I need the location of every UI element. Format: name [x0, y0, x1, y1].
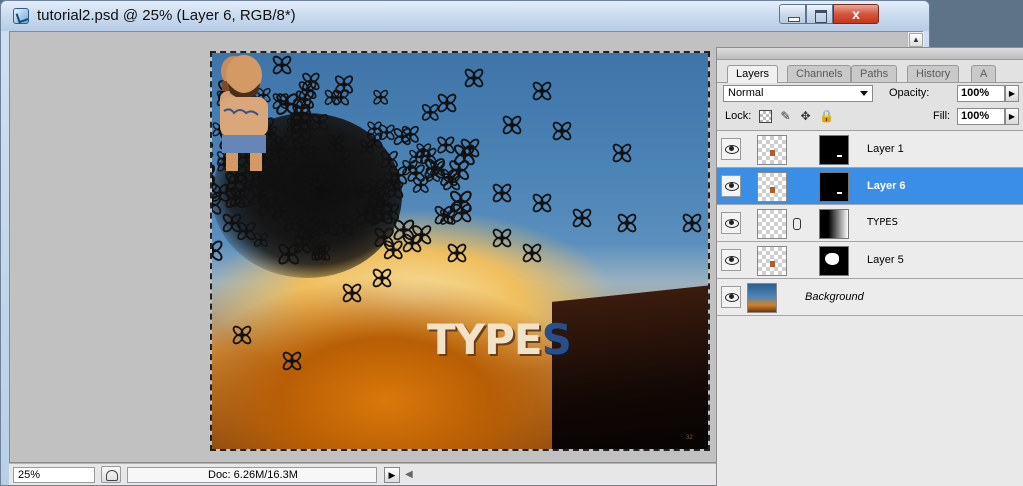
- fill-slider-arrow-icon[interactable]: ▶: [1005, 108, 1019, 125]
- tab-layers[interactable]: Layers: [727, 65, 779, 83]
- layer-mask-thumbnail[interactable]: [819, 246, 849, 276]
- layer-row-background[interactable]: Background: [717, 279, 1023, 316]
- fill-field[interactable]: 100%: [957, 108, 1005, 125]
- navigator-icon[interactable]: [101, 466, 121, 483]
- tab-history[interactable]: History: [907, 65, 960, 82]
- chain-link-icon[interactable]: [793, 218, 801, 230]
- layer-thumbnail: [757, 246, 787, 276]
- opacity-label: Opacity:: [889, 87, 930, 99]
- visibility-eye-icon[interactable]: [721, 249, 741, 271]
- layers-empty-area: [717, 320, 1023, 486]
- minimize-button[interactable]: [779, 4, 806, 24]
- blend-mode-value: Normal: [728, 87, 764, 99]
- visibility-eye-icon[interactable]: [721, 138, 741, 160]
- visibility-eye-icon[interactable]: [721, 212, 741, 234]
- page-number: 32: [686, 435, 693, 441]
- document-canvas[interactable]: TYPES 32: [210, 51, 710, 451]
- visibility-eye-icon[interactable]: [721, 286, 741, 308]
- types-text-part-1: TYP: [427, 315, 515, 364]
- scroll-left-icon[interactable]: ◀: [405, 469, 413, 480]
- close-button[interactable]: x: [833, 4, 879, 24]
- zoom-level-field[interactable]: 25%: [13, 467, 95, 483]
- layer-row-layer-6[interactable]: Layer 6: [717, 168, 1023, 205]
- fill-label: Fill:: [933, 110, 951, 122]
- types-text-part-3: S: [541, 315, 572, 364]
- layer-thumbnail: [747, 283, 777, 313]
- layer-row-layer-5[interactable]: Layer 5: [717, 242, 1023, 279]
- layer-mask-thumbnail[interactable]: [819, 172, 849, 202]
- lock-move-icon[interactable]: ✥: [799, 110, 812, 123]
- types-text-part-2: E: [513, 315, 543, 364]
- photoshop-document-icon: [13, 8, 29, 24]
- document-title: tutorial2.psd @ 25% (Layer 6, RGB/8*): [37, 7, 296, 24]
- tab-actions[interactable]: A: [971, 65, 997, 82]
- opacity-slider-arrow-icon[interactable]: ▶: [1005, 85, 1019, 102]
- status-menu-arrow-icon[interactable]: ▶: [384, 467, 400, 483]
- lock-paint-icon[interactable]: ✎: [779, 110, 792, 123]
- layer-row-types[interactable]: TYPES: [717, 205, 1023, 242]
- blend-mode-select[interactable]: Normal: [723, 85, 873, 102]
- document-size-info: Doc: 6.26M/16.3M: [127, 467, 377, 483]
- close-icon: x: [852, 6, 860, 22]
- maximize-button[interactable]: [806, 4, 833, 24]
- layer-name: TYPES: [867, 217, 898, 228]
- layer-name: Layer 6: [867, 180, 906, 192]
- layer-thumbnail: [757, 209, 787, 239]
- panel-header-bar[interactable]: [717, 48, 1023, 60]
- opacity-field[interactable]: 100%: [957, 85, 1005, 102]
- tab-paths[interactable]: Paths: [851, 65, 898, 82]
- chevron-down-icon: [860, 91, 868, 96]
- lock-row: Lock: ✎ ✥ 🔒 Fill: 100% ▶: [723, 108, 1023, 126]
- types-text-layer: TYPES: [427, 315, 572, 364]
- lock-label: Lock:: [725, 110, 752, 122]
- layer-name: Layer 1: [867, 143, 904, 155]
- blend-row: Normal Opacity: 100% ▶: [723, 85, 1023, 103]
- layer-thumbnail: [757, 172, 787, 202]
- layer-row-layer-1[interactable]: Layer 1: [717, 131, 1023, 168]
- tab-channels[interactable]: Channels: [787, 65, 852, 82]
- layers-panel: Layers Channels Paths History A Normal O…: [716, 47, 1023, 486]
- flower-brush-overlay: [212, 55, 702, 371]
- scroll-up-icon[interactable]: ▲: [909, 33, 923, 47]
- lock-transparency-icon[interactable]: [759, 110, 772, 123]
- layer-thumbnail: [757, 135, 787, 165]
- layer-mask-thumbnail[interactable]: [819, 209, 849, 239]
- layer-mask-thumbnail[interactable]: [819, 135, 849, 165]
- title-bar[interactable]: tutorial2.psd @ 25% (Layer 6, RGB/8*) x: [1, 1, 929, 31]
- cartoon-figure-large: [220, 55, 268, 171]
- layers-list: Layer 1 Layer 6 TYPES Layer 5 Background: [717, 130, 1023, 320]
- layer-name: Background: [805, 291, 864, 303]
- layer-name: Layer 5: [867, 254, 904, 266]
- visibility-eye-icon[interactable]: [721, 175, 741, 197]
- lock-all-icon[interactable]: 🔒: [819, 110, 834, 123]
